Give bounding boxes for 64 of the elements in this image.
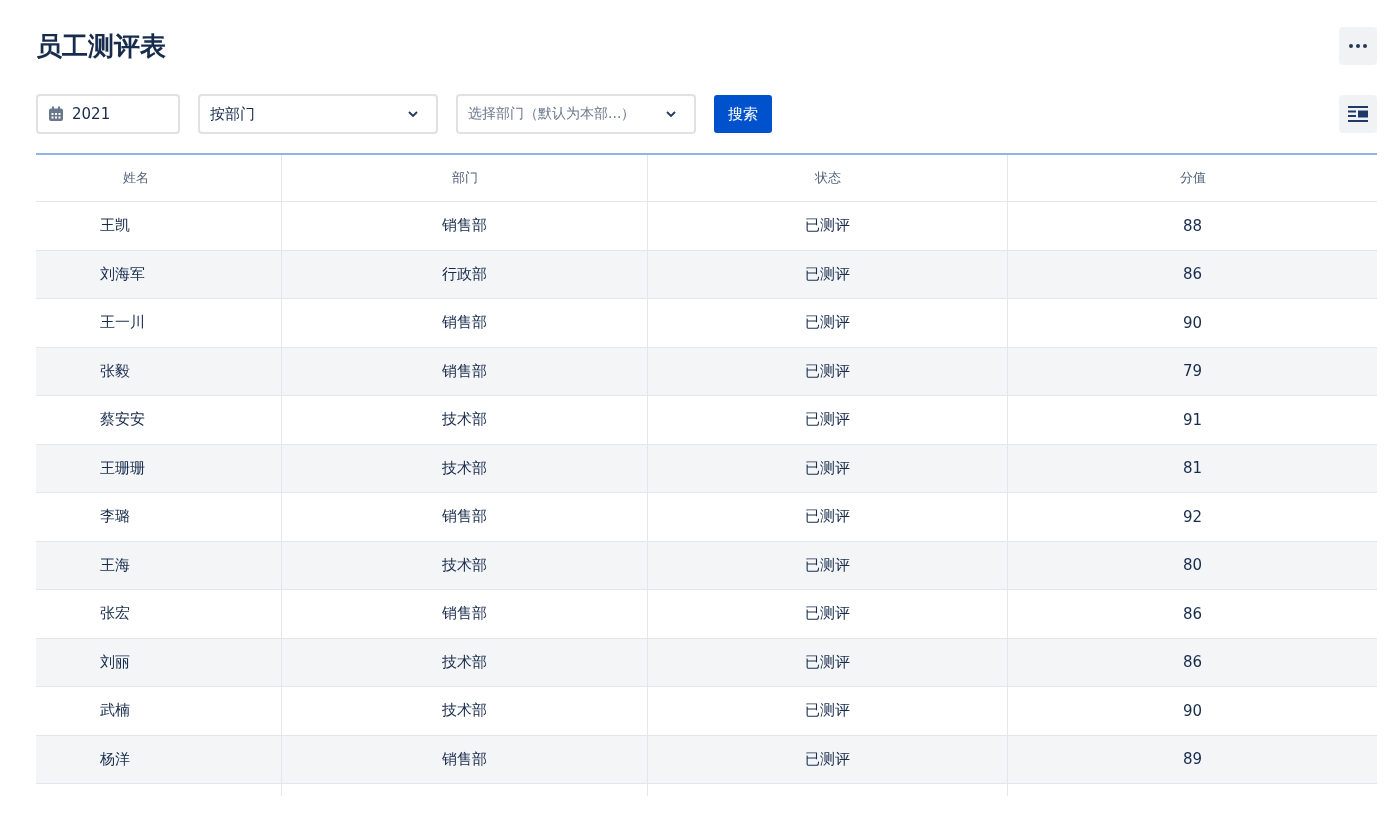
- table-cell: 杨洋: [36, 735, 282, 783]
- more-options-icon: [1349, 44, 1367, 48]
- year-field[interactable]: 2021: [36, 94, 180, 134]
- table-cell: 武楠: [36, 687, 282, 735]
- column-header: 状态: [648, 155, 1008, 201]
- table-cell-text: 81: [1181, 458, 1204, 480]
- table-cell: 销售部: [282, 202, 648, 250]
- table-cell: 技术部: [282, 638, 648, 686]
- table-cell: 已测评: [648, 541, 1008, 589]
- more-options-button[interactable]: [1339, 27, 1377, 65]
- table-cell: 已测评: [648, 299, 1008, 347]
- table-cell-text: 89: [1181, 749, 1204, 771]
- table-cell-text: 88: [1181, 215, 1204, 237]
- table-cell-text: 79: [1181, 361, 1204, 383]
- table-cell-text: 91: [1181, 409, 1204, 431]
- table-cell: 王凯: [36, 202, 282, 250]
- table-cell: 已测评: [648, 202, 1008, 250]
- table-cell: 已测评: [648, 250, 1008, 298]
- table-cell: 销售部: [282, 493, 648, 541]
- table-cell: 刘海军: [36, 250, 282, 298]
- table-cell-text: 86: [1181, 652, 1204, 674]
- department-dropdown[interactable]: 选择部门（默认为本部...）: [456, 94, 696, 134]
- table-cell: 李璐: [36, 493, 282, 541]
- table-cell: 王一川: [36, 299, 282, 347]
- table-cell: 技术部: [282, 444, 648, 492]
- table-cell: 技术部: [282, 396, 648, 444]
- table-cell-text: 90: [1181, 312, 1204, 334]
- page-title: 员工测评表: [36, 29, 166, 63]
- calendar-icon: [48, 106, 64, 122]
- table-cell: 销售部: [282, 299, 648, 347]
- table-cell: 已测评: [648, 347, 1008, 395]
- table-cell: 王珊珊: [36, 444, 282, 492]
- table-cell: 王海: [36, 541, 282, 589]
- table-cell: 刘丽: [36, 638, 282, 686]
- table-cell-text: 80: [1181, 555, 1204, 577]
- table-cell: 已测评: [648, 638, 1008, 686]
- table-cell: 已测评: [648, 396, 1008, 444]
- table-cell: 销售部: [282, 735, 648, 783]
- chevron-down-icon: [666, 111, 676, 117]
- column-header: 姓名: [36, 155, 282, 201]
- table-cell: 已测评: [648, 590, 1008, 638]
- column-header: 部门: [282, 155, 648, 201]
- table-cell: 销售部: [282, 590, 648, 638]
- layout-icon: [1348, 106, 1368, 122]
- table-cell: 蔡安安: [36, 396, 282, 444]
- table-cell: 已测评: [648, 735, 1008, 783]
- group-by-dropdown[interactable]: 按部门: [198, 94, 438, 134]
- table-cell-text: 92: [1181, 506, 1204, 528]
- table-cell: 行政部: [282, 250, 648, 298]
- table-cell-text: 86: [1181, 264, 1204, 286]
- layout-toggle-button[interactable]: [1339, 95, 1377, 133]
- table-cell: 已测评: [648, 493, 1008, 541]
- table-cell: 销售部: [282, 347, 648, 395]
- table-cell: 技术部: [282, 687, 648, 735]
- table-cell: 张毅: [36, 347, 282, 395]
- table-cell: 已测评: [648, 444, 1008, 492]
- table-cell: 技术部: [282, 541, 648, 589]
- table-cell: 张宏: [36, 590, 282, 638]
- table-cell-text: 90: [1181, 700, 1204, 722]
- chevron-down-icon: [408, 111, 418, 117]
- search-button[interactable]: 搜索: [714, 95, 772, 133]
- table-cell: 已测评: [648, 687, 1008, 735]
- column-header: 分值: [1178, 169, 1207, 187]
- table-cell-text: 86: [1181, 603, 1204, 625]
